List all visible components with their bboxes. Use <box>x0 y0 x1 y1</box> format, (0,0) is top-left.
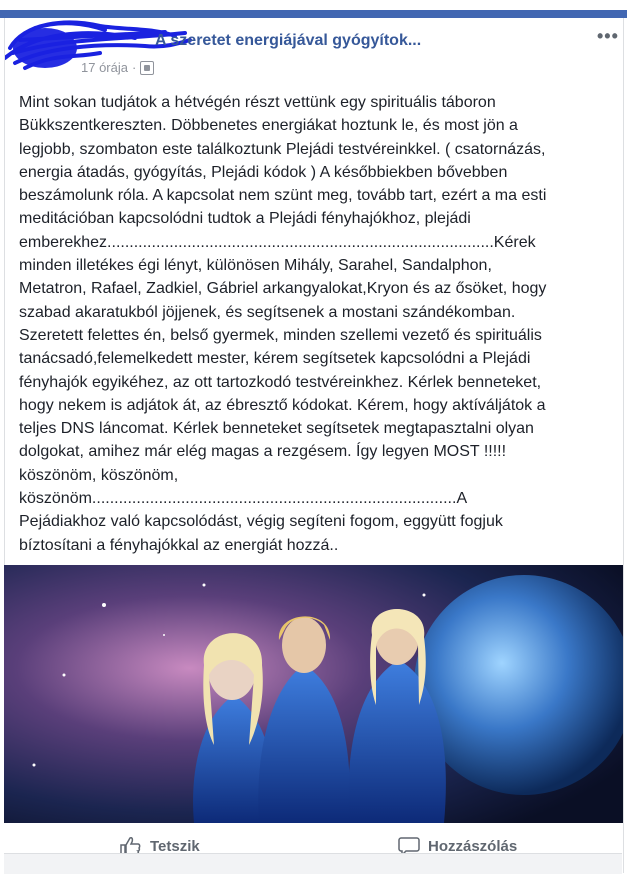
post-text-line: Pejádiakhoz való kapcsolódást, végig seg… <box>19 513 503 531</box>
card-footer <box>4 853 622 874</box>
post-text-line: Szeretett felettes én, belső gyermek, mi… <box>19 326 542 344</box>
post-actions: Tetszik Hozzászólás <box>4 823 622 856</box>
post-text-line: legjobb, szombaton este találkoztunk Ple… <box>19 140 546 158</box>
post-text-line: dolgokat, amihez már elég magas a rezgés… <box>19 443 507 461</box>
post-text-line: hogy nekem is adjátok át, az ébresztő kó… <box>19 396 546 414</box>
post-text-line: szabad akaratukból jöjjenek, és segítsen… <box>19 303 516 321</box>
meta-separator: · <box>131 60 137 75</box>
post-text-line: fényhajók egyikéhez, az ott tartozkodó t… <box>19 373 542 391</box>
like-label: Tetszik <box>150 837 200 855</box>
post-text-line: meditációban kapcsolódni tudtok a Plejád… <box>19 210 471 228</box>
pleiadian-figures-image <box>4 565 623 823</box>
post-text-line: Metatron, Rafael, Zadkiel, Gábriel arkan… <box>19 280 547 298</box>
post-text-line: energia átadás, gyógyítás, Plejádi kódok… <box>19 163 508 181</box>
post-text-line: tanácsadó,felemelkedett mester, kérem se… <box>19 350 531 368</box>
post-text-line: köszönöm................................… <box>19 490 468 508</box>
post-text-line: Mint sokan tudjátok a hétvégén részt vet… <box>19 94 496 111</box>
more-options-icon[interactable]: ••• <box>597 26 619 47</box>
top-bar <box>0 10 627 18</box>
post-text-line: beszámolunk róla. A kapcsolat nem szünt … <box>19 187 547 205</box>
post-text-line: teljes DNS láncomat. Kérlek benneteket s… <box>19 420 534 438</box>
post-text-line: minden illetékes égi lényt, különösen Mi… <box>19 257 492 275</box>
comment-label: Hozzászólás <box>428 837 518 855</box>
post-text-line: bíztosítani a fényhajókkal az energiát h… <box>19 536 339 554</box>
post-meta: 17 órája · <box>81 60 155 75</box>
post-time[interactable]: 17 órája <box>81 60 128 75</box>
post-text-line: Bükkszentkereszten. Döbbenetes energiáka… <box>19 117 518 135</box>
post-text-line: emberekhez..............................… <box>19 233 536 251</box>
post-text-line: köszönöm, köszönöm, <box>19 466 179 484</box>
post-title-link[interactable]: A szeretet energiájával gyógyítok... <box>155 32 421 50</box>
post-image[interactable] <box>4 565 623 823</box>
post-body: Mint sokan tudjátok a hétvégén részt vet… <box>19 91 619 557</box>
public-icon[interactable] <box>140 60 155 75</box>
